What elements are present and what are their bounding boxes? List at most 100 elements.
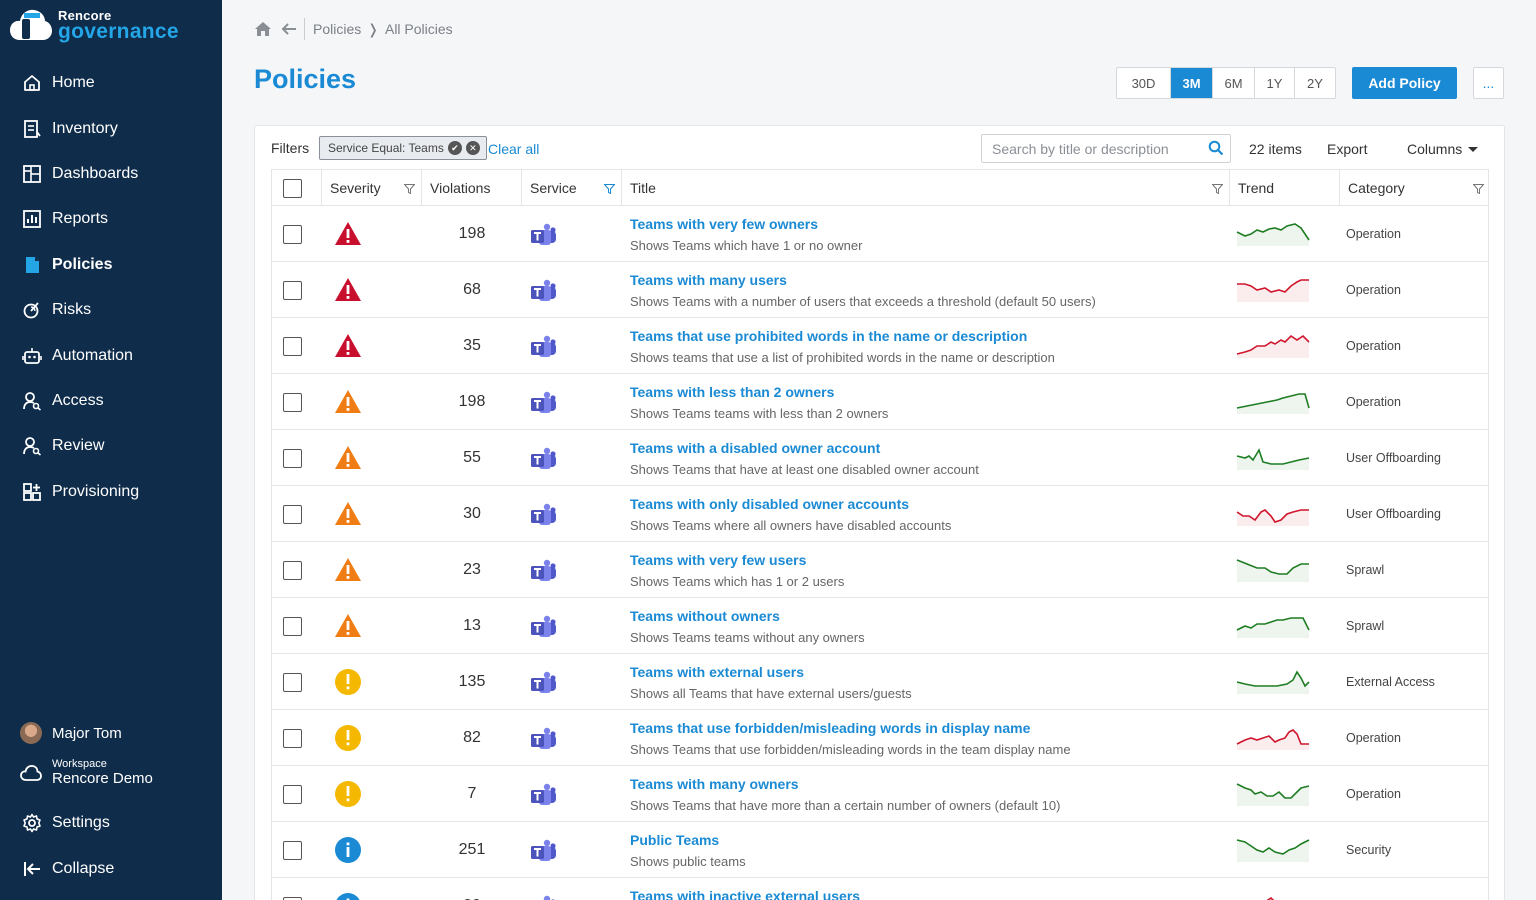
teams-service-icon — [529, 333, 557, 361]
table-row[interactable]: 55 Teams with a disabled owner account Sho… — [271, 430, 1489, 486]
header-severity-label: Severity — [330, 180, 381, 196]
range-1y-button[interactable]: 1Y — [1255, 68, 1295, 98]
header-trend[interactable]: Trend — [1230, 170, 1340, 206]
row-checkbox[interactable] — [283, 225, 302, 244]
breadcrumb-parent[interactable]: Policies — [313, 21, 361, 37]
table-row[interactable]: 35 Teams that use prohibited words in the… — [271, 318, 1489, 374]
row-checkbox[interactable] — [283, 393, 302, 412]
trend-sparkline — [1235, 220, 1311, 248]
table-row[interactable]: 20 Teams with inactive external users — [271, 878, 1489, 900]
header-violations[interactable]: Violations — [422, 170, 522, 206]
policy-title-link[interactable]: Public Teams — [630, 832, 719, 848]
table-row[interactable]: 68 Teams with many users Shows Teams with … — [271, 262, 1489, 318]
policy-description: Shows Teams that have more than a certai… — [630, 798, 1061, 813]
range-2y-button[interactable]: 2Y — [1295, 68, 1335, 98]
table-row[interactable]: 30 Teams with only disabled owner account… — [271, 486, 1489, 542]
table-row[interactable]: 7 Teams with many owners Shows Teams that … — [271, 766, 1489, 822]
range-30d-button[interactable]: 30D — [1117, 68, 1171, 98]
filter-icon[interactable] — [1212, 184, 1223, 194]
nav-collapse[interactable]: Collapse — [0, 849, 222, 889]
row-checkbox[interactable] — [283, 449, 302, 468]
filter-icon[interactable] — [1473, 184, 1484, 194]
row-checkbox[interactable] — [283, 281, 302, 300]
export-button[interactable]: Export — [1327, 141, 1367, 157]
more-options-button[interactable]: ... — [1473, 67, 1504, 99]
policy-category: Operation — [1346, 227, 1401, 241]
policy-title-link[interactable]: Teams with many users — [630, 272, 787, 288]
range-6m-button[interactable]: 6M — [1213, 68, 1255, 98]
policy-title-link[interactable]: Teams with only disabled owner accounts — [630, 496, 909, 512]
clear-all-filters-link[interactable]: Clear all — [488, 141, 539, 157]
select-all-checkbox[interactable] — [283, 179, 302, 198]
policy-title-link[interactable]: Teams with very few users — [630, 552, 806, 568]
row-checkbox[interactable] — [283, 617, 302, 636]
header-service[interactable]: Service — [522, 170, 622, 206]
back-arrow-icon[interactable] — [280, 21, 298, 37]
filter-chip-service[interactable]: Service Equal: Teams ✔ ✕ — [319, 136, 487, 160]
table-row[interactable]: 13 Teams without owners Shows Teams teams … — [271, 598, 1489, 654]
row-checkbox[interactable] — [283, 673, 302, 692]
nav-access[interactable]: Access — [0, 381, 222, 421]
teams-service-icon — [529, 725, 557, 753]
nav-automation[interactable]: Automation — [0, 336, 222, 376]
filter-icon[interactable] — [604, 184, 615, 194]
nav-provisioning[interactable]: Provisioning — [0, 472, 222, 512]
table-row[interactable]: 198 Teams with very few owners Shows Teams… — [271, 206, 1489, 262]
table-row[interactable]: 23 Teams with very few users Shows Teams w… — [271, 542, 1489, 598]
range-3m-button[interactable]: 3M — [1171, 68, 1213, 98]
table-row[interactable]: 251 Public Teams Shows public teams Securit… — [271, 822, 1489, 878]
add-policy-button[interactable]: Add Policy — [1352, 67, 1457, 99]
policy-title-link[interactable]: Teams with a disabled owner account — [630, 440, 880, 456]
nav-settings[interactable]: Settings — [0, 803, 222, 843]
high-warning-icon — [334, 388, 362, 416]
policy-description: Shows public teams — [630, 854, 746, 869]
nav-dashboards-label: Dashboards — [52, 165, 139, 182]
rencore-logo[interactable]: Rencore governance — [10, 6, 179, 44]
table-row[interactable]: 135 Teams with external users Shows all Te… — [271, 654, 1489, 710]
policy-title-link[interactable]: Teams that use prohibited words in the n… — [630, 328, 1027, 344]
row-checkbox[interactable] — [283, 337, 302, 356]
row-checkbox[interactable] — [283, 505, 302, 524]
user-name: Major Tom — [52, 724, 122, 742]
home-icon[interactable] — [254, 21, 272, 37]
info-icon — [334, 892, 362, 900]
row-checkbox[interactable] — [283, 841, 302, 860]
policy-title-link[interactable]: Teams with very few owners — [630, 216, 818, 232]
filter-icon[interactable] — [404, 184, 415, 194]
policy-title-link[interactable]: Teams with external users — [630, 664, 804, 680]
nav-inventory[interactable]: Inventory — [0, 109, 222, 149]
table-row[interactable]: 82 Teams that use forbidden/misleading wo… — [271, 710, 1489, 766]
breadcrumb-separator: ❭ — [367, 20, 379, 37]
policy-title-link[interactable]: Teams that use forbidden/misleading word… — [630, 720, 1030, 736]
columns-dropdown[interactable]: Columns — [1407, 141, 1479, 157]
policy-title-link[interactable]: Teams without owners — [630, 608, 780, 624]
header-severity[interactable]: Severity — [322, 170, 422, 206]
row-checkbox[interactable] — [283, 561, 302, 580]
workspace-switcher[interactable]: Workspace Rencore Demo — [20, 758, 153, 787]
table-row[interactable]: 198 Teams with less than 2 owners Shows Te… — [271, 374, 1489, 430]
teams-service-icon — [529, 557, 557, 585]
workspace-label: Workspace — [52, 758, 107, 770]
header-title[interactable]: Title — [622, 170, 1230, 206]
policy-title-link[interactable]: Teams with less than 2 owners — [630, 384, 834, 400]
search-input[interactable] — [992, 140, 1202, 157]
nav-dashboards[interactable]: Dashboards — [0, 154, 222, 194]
teams-service-icon — [529, 389, 557, 417]
nav-risks[interactable]: Risks — [0, 290, 222, 330]
dashboards-icon — [22, 164, 42, 184]
home-icon — [22, 73, 42, 93]
remove-filter-icon[interactable]: ✕ — [465, 141, 480, 155]
policy-title-link[interactable]: Teams with many owners — [630, 776, 799, 792]
edit-filter-icon[interactable]: ✔ — [447, 141, 462, 155]
breadcrumb-current: All Policies — [384, 21, 453, 37]
nav-home[interactable]: Home — [0, 63, 222, 103]
row-checkbox[interactable] — [283, 785, 302, 804]
search-icon[interactable] — [1208, 140, 1224, 156]
row-checkbox[interactable] — [283, 729, 302, 748]
nav-reports[interactable]: Reports — [0, 199, 222, 239]
policy-title-link[interactable]: Teams with inactive external users — [630, 888, 860, 900]
nav-policies[interactable]: Policies — [0, 245, 222, 285]
nav-review[interactable]: Review — [0, 426, 222, 466]
user-menu[interactable]: Major Tom — [20, 722, 122, 744]
header-category[interactable]: Category — [1340, 170, 1490, 206]
